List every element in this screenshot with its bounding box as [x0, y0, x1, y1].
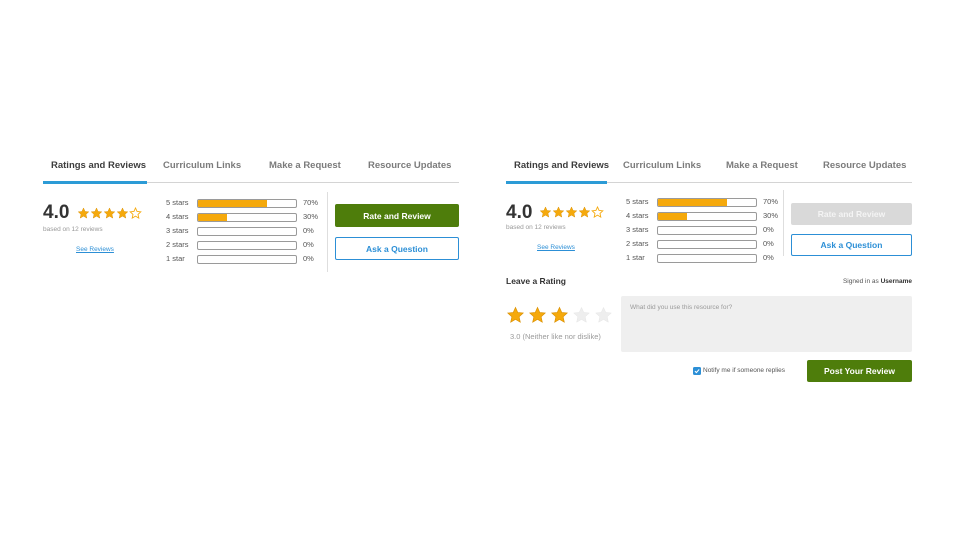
star-unselected-icon[interactable] [594, 306, 613, 325]
distribution-percent: 0% [763, 239, 774, 248]
see-reviews-link[interactable]: See Reviews [537, 244, 575, 251]
distribution-bar-fill [198, 214, 228, 221]
ratings-panel-leave-rating: Ratings and Reviews Curriculum Links Mak… [506, 150, 912, 390]
review-textarea-placeholder: What did you use this resource for? [630, 304, 733, 311]
signed-in-prefix: Signed in as [842, 278, 879, 285]
distribution-bar [197, 241, 297, 250]
distribution-label: 5 stars [626, 197, 649, 206]
divider [327, 192, 328, 272]
distribution-label: 1 star [626, 253, 645, 262]
distribution-percent: 0% [303, 226, 314, 235]
ask-a-question-button[interactable]: Ask a Question [335, 237, 459, 260]
distribution-bar-fill [658, 213, 688, 220]
star-filled-icon [77, 207, 90, 219]
star-filled-icon [578, 206, 591, 218]
distribution-label: 3 stars [166, 226, 189, 235]
distribution-bar-fill [658, 199, 727, 206]
tab-resource-updates[interactable]: Resource Updates [823, 160, 906, 171]
distribution-bar [657, 254, 757, 263]
tab-curriculum-links[interactable]: Curriculum Links [623, 160, 701, 171]
active-tab-indicator [506, 181, 607, 184]
distribution-percent: 0% [763, 253, 774, 262]
review-textarea[interactable]: What did you use this resource for? [621, 296, 912, 352]
distribution-bar [657, 212, 757, 221]
star-filled-icon [116, 207, 129, 219]
star-filled-icon [103, 207, 116, 219]
divider [783, 190, 784, 256]
distribution-bar [197, 199, 297, 208]
review-count: based on 12 reviews [506, 224, 566, 231]
distribution-label: 2 stars [626, 239, 649, 248]
average-rating: 4.0 [43, 202, 70, 223]
tab-ratings-and-reviews[interactable]: Ratings and Reviews [51, 160, 146, 171]
average-rating-stars [539, 206, 604, 219]
notify-checkbox[interactable] [693, 367, 701, 375]
distribution-bar [657, 226, 757, 235]
star-filled-icon [565, 206, 578, 218]
star-selected-icon[interactable] [506, 306, 525, 325]
distribution-label: 4 stars [166, 212, 189, 221]
distribution-bar [657, 240, 757, 249]
tab-bar: Ratings and Reviews Curriculum Links Mak… [43, 150, 459, 184]
ask-a-question-button[interactable]: Ask a Question [791, 234, 912, 256]
star-filled-icon [539, 206, 552, 218]
star-empty-icon [591, 206, 604, 218]
star-unselected-icon[interactable] [572, 306, 591, 325]
distribution-label: 3 stars [626, 225, 649, 234]
distribution-label: 2 stars [166, 240, 189, 249]
tab-bar: Ratings and Reviews Curriculum Links Mak… [506, 150, 912, 184]
star-filled-icon [552, 206, 565, 218]
distribution-percent: 30% [303, 212, 319, 221]
distribution-bar-fill [198, 200, 267, 207]
tab-ratings-and-reviews[interactable]: Ratings and Reviews [514, 160, 609, 171]
tab-make-a-request[interactable]: Make a Request [726, 160, 798, 171]
distribution-percent: 0% [303, 240, 314, 249]
star-rating-input[interactable] [506, 306, 613, 325]
distribution-bar [657, 198, 757, 207]
see-reviews-link[interactable]: See Reviews [76, 246, 114, 253]
average-rating-stars [77, 207, 142, 220]
star-filled-icon [90, 207, 103, 219]
distribution-percent: 70% [763, 197, 779, 206]
distribution-bar [197, 227, 297, 236]
tab-make-a-request[interactable]: Make a Request [269, 160, 341, 171]
username: Username [880, 278, 912, 285]
post-your-review-button[interactable]: Post Your Review [807, 360, 912, 382]
rate-and-review-button[interactable]: Rate and Review [335, 204, 459, 227]
selected-rating-caption: 3.0 (Neither like nor dislike) [510, 332, 601, 341]
distribution-label: 5 stars [166, 198, 189, 207]
distribution-percent: 0% [303, 254, 314, 263]
distribution-percent: 30% [763, 211, 779, 220]
rate-and-review-button[interactable]: Rate and Review [791, 203, 912, 225]
review-count: based on 12 reviews [43, 226, 103, 233]
distribution-label: 4 stars [626, 211, 649, 220]
distribution-percent: 0% [763, 225, 774, 234]
distribution-label: 1 star [166, 254, 185, 263]
tab-resource-updates[interactable]: Resource Updates [368, 160, 451, 171]
leave-a-rating-title: Leave a Rating [506, 276, 566, 286]
distribution-bar [197, 213, 297, 222]
star-empty-icon [129, 207, 142, 219]
star-selected-icon[interactable] [528, 306, 547, 325]
signed-in-indicator: Signed in as Username [843, 278, 912, 285]
distribution-percent: 70% [303, 198, 319, 207]
active-tab-indicator [43, 181, 147, 184]
star-selected-icon[interactable] [550, 306, 569, 325]
distribution-bar [197, 255, 297, 264]
check-icon [694, 369, 700, 374]
notify-label: Notify me if someone replies [703, 367, 786, 374]
average-rating: 4.0 [506, 202, 533, 223]
ratings-panel-default: Ratings and Reviews Curriculum Links Mak… [43, 150, 459, 280]
tab-curriculum-links[interactable]: Curriculum Links [163, 160, 241, 171]
